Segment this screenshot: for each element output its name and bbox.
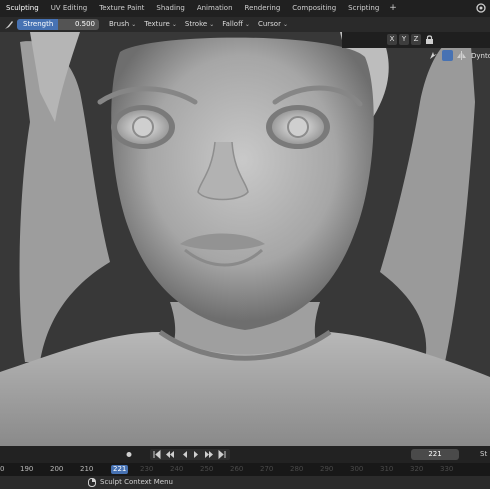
tick-label: 270 [260, 465, 274, 473]
transport-buttons[interactable] [150, 449, 230, 460]
start-frame-label[interactable]: St [480, 446, 487, 463]
tick-label: 200 [50, 465, 64, 473]
tick-label: 240 [170, 465, 184, 473]
tick-label: 290 [320, 465, 334, 473]
tab-shading[interactable]: Shading [150, 0, 190, 17]
tick-label: 330 [440, 465, 454, 473]
cursor-menu-label: Cursor [257, 20, 281, 28]
mirror-axis-group: X Y Z [385, 34, 435, 45]
texture-menu[interactable]: Texture ⌄ [140, 17, 181, 32]
falloff-menu-label: Falloff [222, 20, 243, 28]
chevron-down-icon: ⌄ [131, 21, 137, 28]
tick-label: 310 [380, 465, 394, 473]
snap-icon[interactable] [428, 50, 439, 61]
viewport-header-right: X Y Z [342, 32, 490, 48]
tab-uv-editing[interactable]: UV Editing [45, 0, 94, 17]
tab-animation[interactable]: Animation [191, 0, 239, 17]
chevron-down-icon: ⌄ [282, 21, 288, 28]
timeline-ruler[interactable]: 0 190 200 210 221 230 240 250 260 270 28… [0, 463, 490, 476]
tick-label: 190 [20, 465, 34, 473]
tab-rendering[interactable]: Rendering [239, 0, 287, 17]
tick-label: 0 [0, 465, 5, 473]
keyframe-dot-icon[interactable] [124, 449, 134, 460]
lock-icon[interactable] [424, 34, 435, 45]
stroke-menu[interactable]: Stroke ⌄ [181, 17, 218, 32]
chevron-down-icon: ⌄ [209, 21, 215, 28]
tool-settings-header: Strength 0.500 Brush ⌄ Texture ⌄ Stroke ⌄ F… [0, 17, 490, 32]
brush-menu-label: Brush [109, 20, 130, 28]
chevron-down-icon: ⌄ [244, 21, 250, 28]
tick-label: 250 [200, 465, 214, 473]
brush-menu[interactable]: Brush ⌄ [105, 17, 140, 32]
mirror-z-toggle[interactable]: Z [411, 34, 421, 45]
tab-texture-paint[interactable]: Texture Paint [93, 0, 150, 17]
mirror-x-toggle[interactable]: X [387, 34, 397, 45]
tick-label: 300 [350, 465, 364, 473]
strength-value: 0.500 [74, 20, 95, 28]
mouse-right-click-icon [88, 478, 96, 487]
sculpt-model [0, 32, 490, 446]
mirror-icon[interactable] [456, 50, 467, 61]
tick-label: 260 [230, 465, 244, 473]
tick-label: 280 [290, 465, 304, 473]
texture-menu-label: Texture [144, 20, 170, 28]
chevron-down-icon: ⌄ [171, 21, 177, 28]
current-frame-marker[interactable]: 221 [111, 465, 129, 474]
current-frame-field[interactable]: 221 [411, 449, 459, 460]
cursor-menu[interactable]: Cursor ⌄ [254, 17, 292, 32]
scene-icon[interactable] [475, 2, 487, 14]
status-bar: Sculpt Context Menu [0, 476, 490, 489]
status-context-menu-hint: Sculpt Context Menu [100, 478, 173, 486]
tick-label: 320 [410, 465, 424, 473]
tab-scripting[interactable]: Scripting [342, 0, 385, 17]
tab-sculpting[interactable]: Sculpting [0, 0, 45, 17]
sculpt-brush-icon[interactable] [4, 20, 14, 30]
3d-viewport[interactable]: X Y Z Dyntopo [0, 32, 490, 446]
mirror-y-toggle[interactable]: Y [399, 34, 409, 45]
strength-label: Strength [23, 20, 54, 28]
add-workspace-button[interactable]: + [385, 0, 401, 17]
stroke-menu-label: Stroke [184, 20, 208, 28]
tab-compositing[interactable]: Compositing [286, 0, 342, 17]
falloff-menu[interactable]: Falloff ⌄ [218, 17, 254, 32]
viewport-options-row: Dyntopo [425, 49, 490, 62]
workspace-tabs-bar: Sculpting UV Editing Texture Paint Shadi… [0, 0, 490, 17]
overlay-toggle-button[interactable] [442, 50, 453, 61]
tick-label: 230 [140, 465, 154, 473]
viewport-header-left [0, 32, 340, 48]
dyntopo-toggle[interactable]: Dyntopo [471, 52, 490, 60]
tick-label: 210 [80, 465, 94, 473]
strength-slider[interactable]: Strength 0.500 [17, 19, 99, 30]
